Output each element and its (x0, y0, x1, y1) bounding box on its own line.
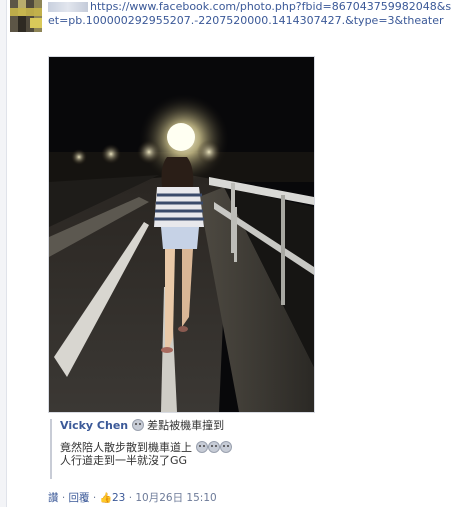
like-count[interactable]: 23 (112, 492, 125, 504)
quote-line-2: 人行道走到一半就沒了GG (60, 454, 188, 467)
worried-face-icon (207, 441, 220, 453)
blurred-commenter-name[interactable] (48, 2, 88, 12)
shared-status-quote: Vicky Chen 差點被機車撞到 竟然陪人散步散到機車道上 人行道走到一半就… (50, 419, 460, 479)
worried-face-icon (219, 441, 232, 453)
worried-face-icon (131, 419, 144, 431)
quote-line-1: 竟然陪人散步散到機車道上 (60, 441, 192, 454)
night-road-photo (49, 57, 314, 412)
action-separator: · (58, 492, 69, 504)
commenter-avatar[interactable] (10, 0, 42, 32)
worried-face-icon (195, 441, 208, 453)
action-separator: · (89, 492, 100, 504)
quote-author[interactable]: Vicky Chen (60, 419, 128, 432)
reply-link[interactable]: 回覆 (69, 492, 90, 504)
quote-status-text: 差點被機車撞到 (147, 419, 225, 432)
comment-timestamp[interactable]: 10月26日 15:10 (135, 492, 216, 504)
attached-photo[interactable] (48, 56, 315, 413)
action-separator: · (125, 492, 136, 504)
photo-url-link[interactable]: https://www.facebook.com/photo.php?fbid=… (48, 0, 451, 27)
comment-body: https://www.facebook.com/photo.php?fbid=… (48, 0, 453, 28)
comment-actions: 讚 · 回覆 · 👍23 · 10月26日 15:10 (48, 492, 448, 505)
like-link[interactable]: 讚 (48, 492, 59, 504)
thumbs-up-icon[interactable]: 👍 (100, 492, 112, 505)
left-rule (0, 0, 7, 507)
